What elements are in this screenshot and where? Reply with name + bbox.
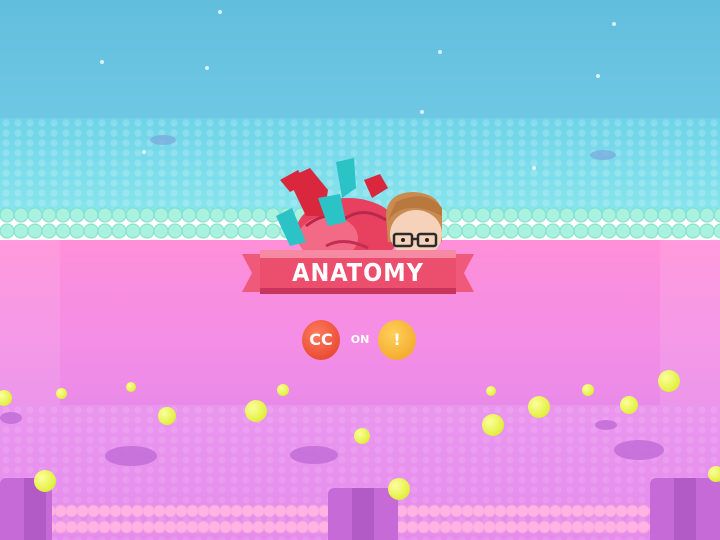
anatomy-logo: ANATOMY <box>236 150 486 320</box>
yt-badge-label: ! <box>393 330 401 349</box>
sparkle <box>532 166 536 170</box>
molecule-ball <box>158 407 176 425</box>
sparkle <box>218 10 222 14</box>
molecule-ball <box>126 382 136 392</box>
course-title: ANATOMY <box>292 258 424 287</box>
molecule-ball <box>354 428 370 444</box>
protein-blob <box>0 412 22 424</box>
sparkle <box>612 22 616 26</box>
pink-shade <box>0 240 60 410</box>
protein-blob <box>614 440 664 460</box>
membrane-channel <box>650 478 720 540</box>
protein-blob <box>105 446 157 466</box>
molecule-ball <box>528 396 550 418</box>
molecule-ball <box>277 384 289 396</box>
molecule-ball <box>708 466 720 482</box>
molecule-ball <box>482 414 504 436</box>
molecule-ball <box>56 388 67 399</box>
molecule-ball <box>245 400 267 422</box>
protein-blob <box>595 420 617 430</box>
molecule-ball <box>486 386 496 396</box>
protein-blob <box>290 446 338 464</box>
cc-badge-label: CC <box>309 330 333 349</box>
protein-blob <box>590 150 616 160</box>
sparkle <box>596 74 600 78</box>
sparkle <box>142 150 146 154</box>
channel-badges: CC ON ! <box>300 320 420 362</box>
on-label: ON <box>350 333 370 346</box>
crash-course-apple-icon: CC <box>302 320 340 360</box>
molecule-ball <box>34 470 56 492</box>
sky-background <box>0 0 720 120</box>
youtube-kids-icon: ! <box>378 320 416 360</box>
membrane-channel <box>328 488 398 540</box>
sparkle <box>438 50 442 54</box>
molecule-ball <box>388 478 410 500</box>
title-card: ANATOMY CC ON ! <box>0 0 720 540</box>
host-avatar <box>386 192 442 258</box>
molecule-ball <box>582 384 594 396</box>
molecule-ball <box>658 370 680 392</box>
sparkle <box>420 110 424 114</box>
protein-blob <box>150 135 176 145</box>
sparkle <box>205 66 209 70</box>
sparkle <box>100 60 104 64</box>
molecule-ball <box>620 396 638 414</box>
